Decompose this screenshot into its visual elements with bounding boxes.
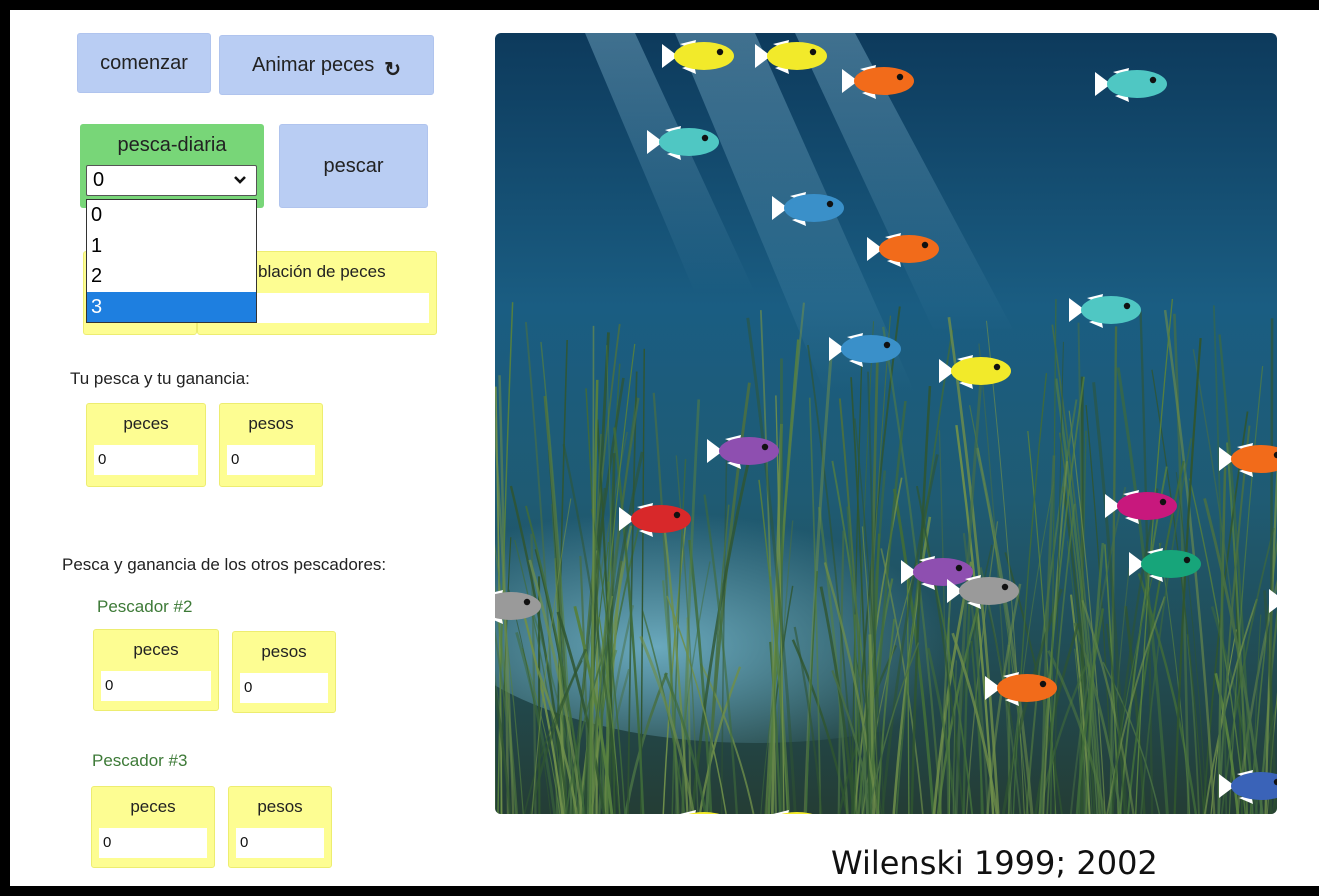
simulation-world[interactable]	[495, 33, 1277, 814]
chevron-down-icon	[234, 176, 246, 184]
credit-text: Wilenski 1999; 2002	[831, 844, 1158, 882]
fisher-2-money-value: 0	[240, 673, 328, 703]
daily-catch-label: pesca-diaria	[117, 134, 227, 156]
refresh-icon: ↻	[384, 58, 402, 81]
dropdown-option[interactable]: 1	[87, 231, 256, 262]
animate-fish-label: Animar peces	[251, 53, 375, 76]
your-money-monitor: pesos 0	[219, 403, 323, 487]
fisher-2-fish-monitor: peces 0	[93, 629, 219, 711]
fisher-2-fish-label: peces	[133, 640, 179, 659]
start-button[interactable]: comenzar	[77, 33, 211, 93]
your-fish-label: peces	[123, 414, 169, 433]
fisher-3-fish-value: 0	[99, 828, 207, 858]
fish-button-label: pescar	[323, 154, 384, 177]
dropdown-option[interactable]: 0	[87, 200, 256, 231]
your-money-label: pesos	[248, 414, 294, 433]
fisher-3-fish-monitor: peces 0	[91, 786, 215, 868]
fisher-2-money-monitor: pesos 0	[232, 631, 336, 713]
your-fish-value: 0	[94, 445, 198, 475]
fisher-3-fish-label: peces	[130, 797, 176, 816]
ocean-scene	[495, 33, 1277, 814]
fish-button[interactable]: pescar	[279, 124, 428, 208]
daily-catch-select[interactable]: 0	[86, 165, 257, 196]
fisher-3-name: Pescador #3	[92, 751, 188, 770]
population-label: blación de peces	[258, 262, 386, 281]
fisher-3-money-value: 0	[236, 828, 324, 858]
daily-catch-dropdown: 0 1 2 3	[86, 199, 257, 323]
fisher-3-money-label: pesos	[257, 797, 303, 816]
animate-fish-button[interactable]: Animar peces ↻	[219, 35, 434, 95]
daily-catch-chooser: pesca-diaria 0	[80, 124, 264, 208]
fisher-3-money-monitor: pesos 0	[228, 786, 332, 868]
fisher-2-money-label: pesos	[261, 642, 307, 661]
dropdown-option-highlighted[interactable]: 3	[87, 291, 256, 322]
fisher-2-fish-value: 0	[101, 671, 211, 701]
fisher-2-name: Pescador #2	[97, 597, 193, 616]
start-button-label: comenzar	[100, 51, 188, 74]
your-catch-title: Tu pesca y tu ganancia:	[70, 369, 250, 388]
others-catch-title: Pesca y ganancia de los otros pescadores…	[62, 555, 387, 574]
app-frame: comenzar Animar peces ↻ pesca-diaria 0 p…	[10, 10, 1319, 886]
daily-catch-selected-value: 0	[93, 169, 105, 191]
dropdown-option[interactable]: 2	[87, 261, 256, 292]
your-money-value: 0	[227, 445, 315, 475]
your-fish-monitor: peces 0	[86, 403, 206, 487]
